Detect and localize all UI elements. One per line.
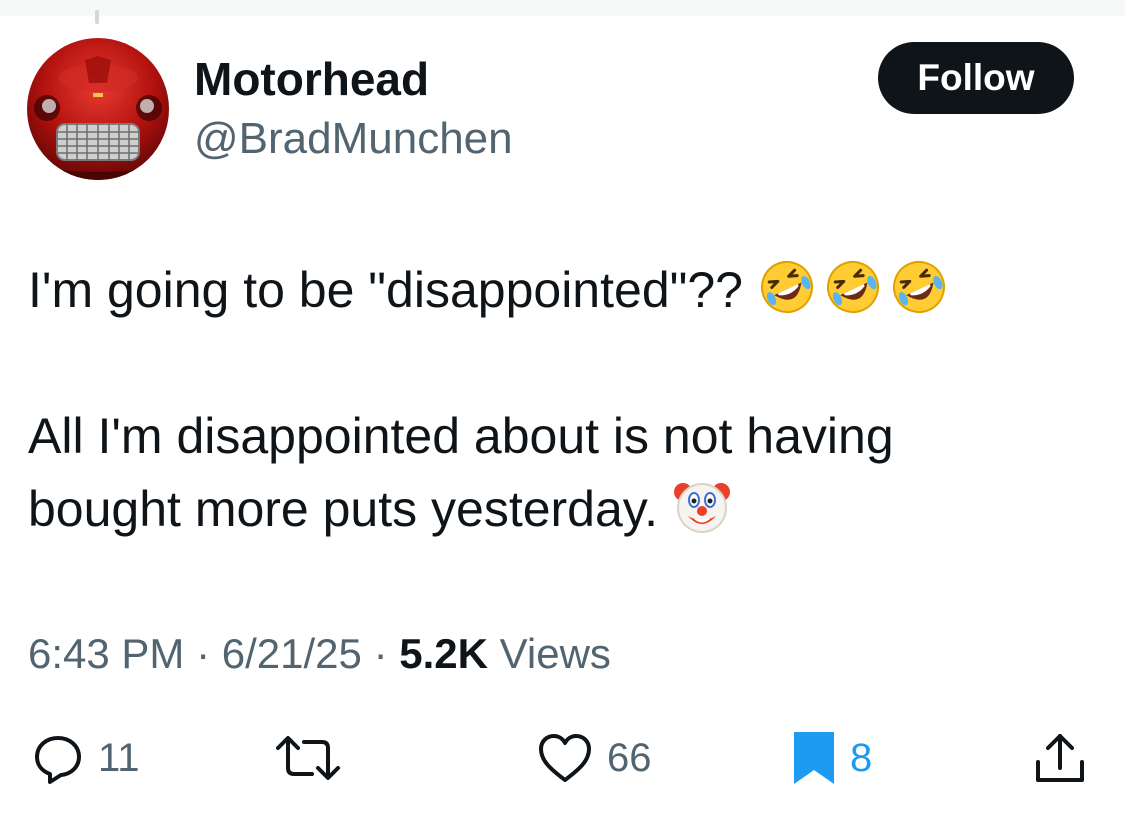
scroll-indicator	[95, 10, 99, 24]
rolling-on-floor-laughing-emoji-icon	[893, 261, 945, 313]
tweet-paragraph-2: All I'm disappointed about is not having…	[28, 400, 1088, 546]
tweet-line-3-text: bought more puts yesterday.	[28, 481, 658, 537]
rolling-on-floor-laughing-emoji-icon	[761, 261, 813, 313]
top-edge-bar	[0, 0, 1125, 24]
tweet-text: I'm going to be "disappointed"?? All I'm…	[28, 254, 1088, 546]
views-label[interactable]: Views	[500, 630, 611, 677]
reply-button[interactable]: 11	[30, 728, 140, 788]
avatar[interactable]	[27, 38, 169, 180]
follow-button[interactable]: Follow	[878, 42, 1074, 114]
meta-separator: ·	[373, 630, 388, 677]
tweet-line-1-text: I'm going to be "disappointed"??	[28, 262, 743, 318]
meta-separator: ·	[196, 630, 211, 677]
author-handle[interactable]: @BradMunchen	[194, 114, 513, 164]
red-car-avatar-icon	[27, 38, 169, 180]
tweet-line-2-text: All I'm disappointed about is not having	[28, 408, 894, 464]
views-count[interactable]: 5.2K	[399, 630, 488, 677]
tweet-time[interactable]: 6:43 PM	[28, 630, 184, 677]
tweet-date[interactable]: 6/21/25	[222, 630, 362, 677]
repost-icon	[276, 736, 340, 780]
author-display-name[interactable]: Motorhead	[194, 53, 429, 105]
like-count: 66	[607, 735, 652, 780]
share-icon	[1036, 734, 1084, 782]
reply-count: 11	[98, 735, 140, 780]
share-button[interactable]	[1030, 728, 1090, 788]
heart-icon	[539, 734, 591, 782]
clown-face-emoji-icon	[673, 483, 730, 533]
bookmark-button[interactable]: 8	[790, 728, 872, 788]
like-button[interactable]: 66	[535, 728, 652, 788]
repost-button[interactable]	[272, 728, 356, 788]
bookmark-icon	[794, 732, 834, 784]
reply-icon	[35, 736, 81, 784]
tweet-line-1: I'm going to be "disappointed"??	[28, 254, 1088, 327]
bookmark-count: 8	[850, 735, 873, 780]
rolling-on-floor-laughing-emoji-icon	[827, 261, 879, 313]
tweet-meta: 6:43 PM · 6/21/25 · 5.2K Views	[28, 627, 611, 681]
